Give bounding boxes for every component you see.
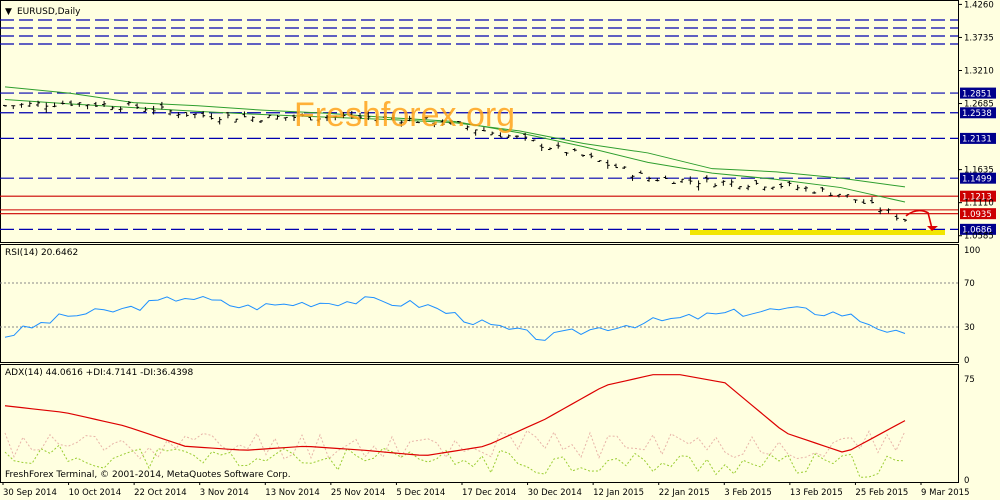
time-axis-label: 25 Nov 2014 [331,488,385,498]
time-axis-label: 13 Feb 2015 [790,488,843,498]
rsi-axis-label: 70 [964,279,975,289]
price-tag-label: 1.2131 [962,135,992,145]
time-axis-label: 3 Feb 2015 [724,488,772,498]
rsi-label: RSI(14) 20.6462 [5,248,78,258]
price-tag-label: 1.0935 [962,210,992,220]
copyright-footer: FreshForex Terminal, © 2001-2014, MetaQu… [5,470,291,480]
time-axis-label: 5 Dec 2014 [396,488,445,498]
price-axis-label: 1.1110 [964,199,994,209]
rsi-axis-label: 30 [964,323,975,333]
adx-label: ADX(14) 44.0616 +DI:4.7141 -DI:36.4398 [5,368,194,378]
time-axis-label: 22 Oct 2014 [134,488,187,498]
adx-panel [0,364,959,483]
adx-axis-label: 0 [964,476,969,486]
rsi-axis-label: 0 [964,356,969,366]
rsi-axis-label: 100 [964,246,980,256]
watermark: Freshforex.org [294,96,515,134]
chart-canvas[interactable]: 1.28511.25381.21311.14991.12131.09351.06… [0,0,1000,500]
price-axis-label: 1.3735 [964,33,994,43]
time-axis-label: 9 Mar 2015 [921,488,969,498]
adx-axis-label: 75 [964,375,975,385]
time-axis-label: 30 Sep 2014 [3,488,57,498]
price-axis-label: 1.2685 [964,100,994,110]
price-axis-label: 1.1635 [964,166,994,176]
time-axis-label: 30 Dec 2014 [528,488,582,498]
rsi-panel [0,244,959,363]
time-axis-label: 25 Feb 2015 [855,488,908,498]
time-axis-label: 17 Dec 2014 [462,488,516,498]
price-axis-label: 1.3210 [964,66,994,76]
time-axis-label: 10 Oct 2014 [69,488,122,498]
time-axis-label: 3 Nov 2014 [200,488,249,498]
trading-terminal: 1.2851 1.2538 1.2131 1.1499 1.1213 1.0935 1.06… [0,0,1000,500]
symbol-title: EURUSD,Daily [17,7,81,17]
price-axis-label: 1.0585 [964,232,994,242]
time-axis-label: 13 Nov 2014 [265,488,319,498]
time-axis-label: 22 Jan 2015 [659,488,710,498]
price-tag-label: 1.2851 [962,89,992,99]
price-axis-label: 1.4260 [964,0,994,10]
menu-dropdown-icon: ▼ [5,7,12,17]
price-tag-label: 1.2538 [962,109,992,119]
price-tag-label: 1.1499 [962,174,992,184]
time-axis-label: 12 Jan 2015 [593,488,644,498]
